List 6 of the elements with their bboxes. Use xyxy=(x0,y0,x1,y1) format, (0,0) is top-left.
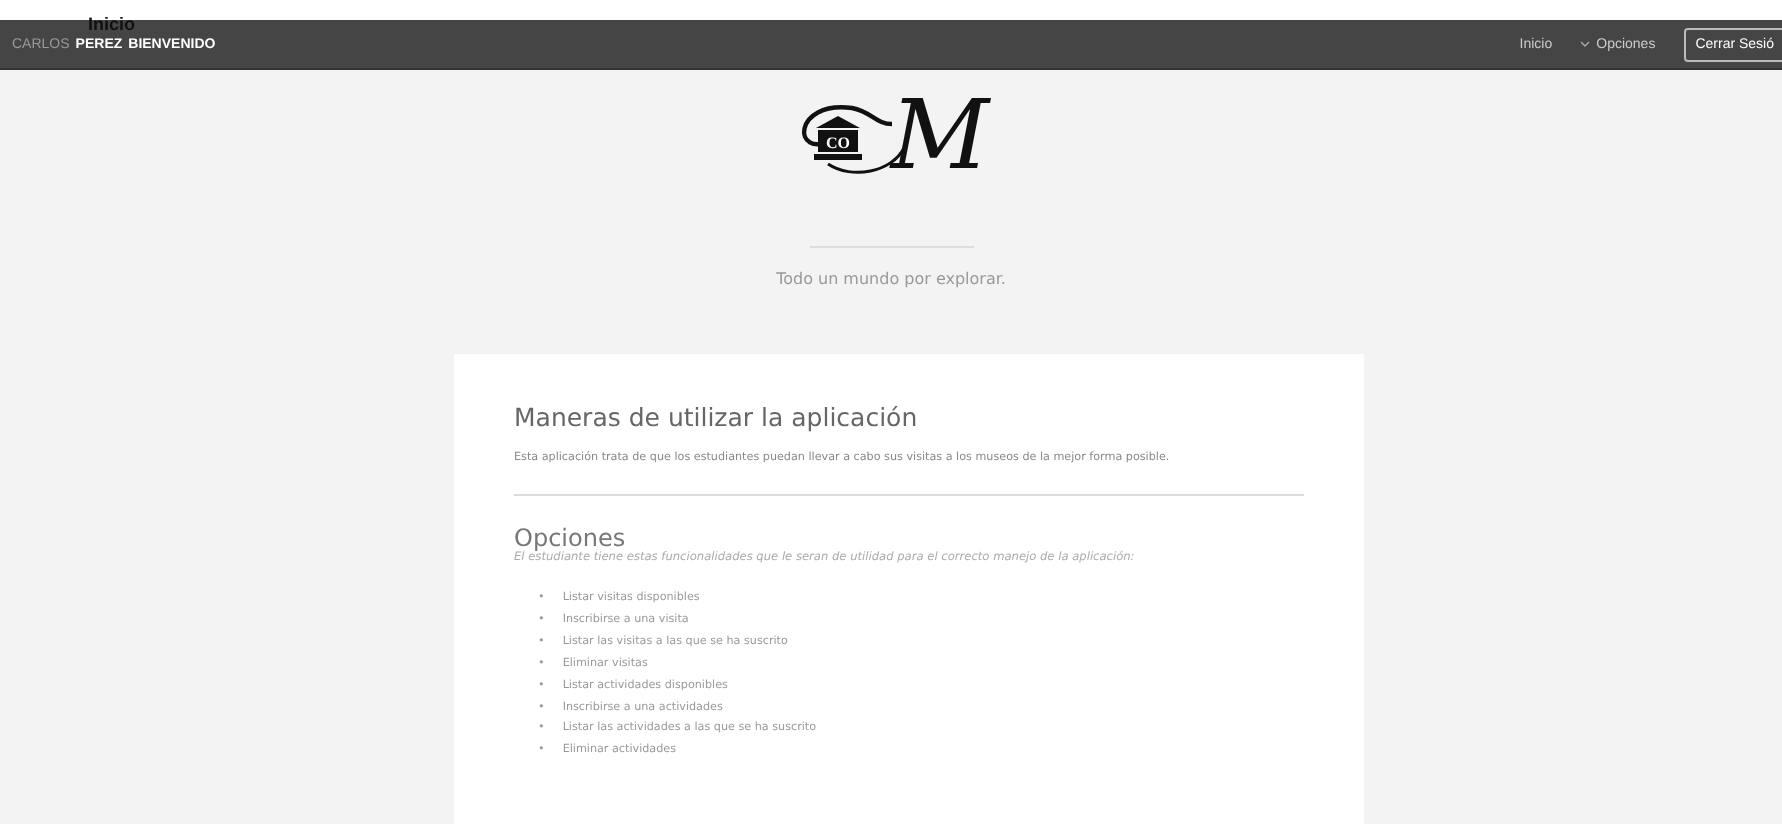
museum-logo: CO M xyxy=(771,80,1011,192)
card-title: Maneras de utilizar la aplicación xyxy=(514,402,920,432)
options-title: Opciones xyxy=(514,524,627,552)
caret-icon xyxy=(1580,40,1591,48)
tagline: Todo un mundo por explorar. xyxy=(776,270,1006,288)
page-heading: Inicio xyxy=(88,14,136,34)
